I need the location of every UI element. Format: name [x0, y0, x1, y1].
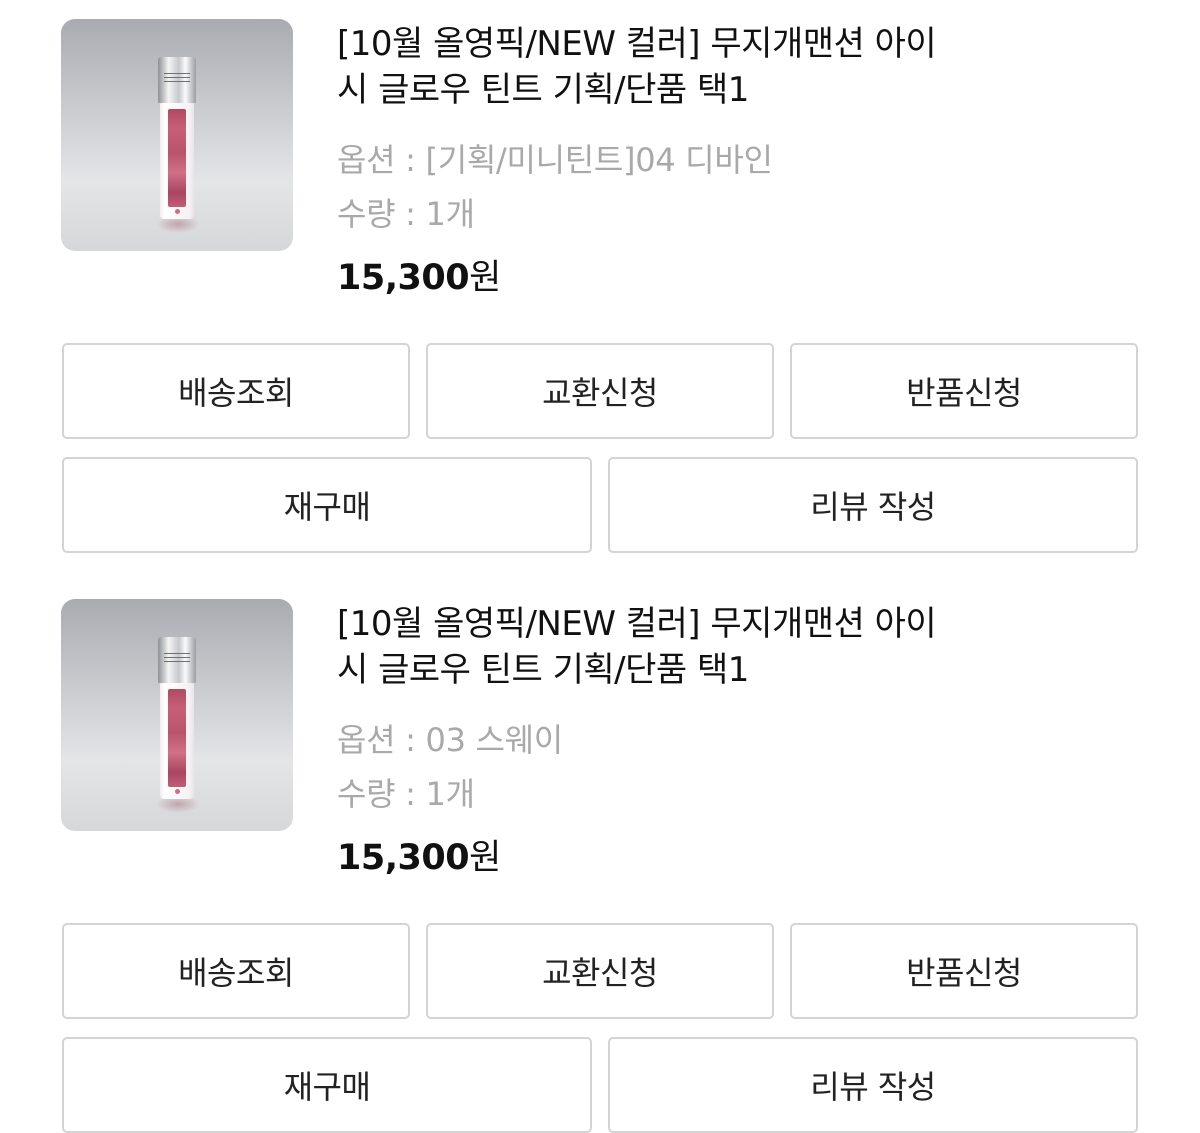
track-delivery-button[interactable]: 배송조회	[62, 343, 410, 439]
product-title[interactable]: [10월 올영픽/NEW 컬러] 무지개맨션 아이 시 글로우 틴트 기획/단품…	[337, 601, 1027, 693]
request-exchange-button[interactable]: 교환신청	[426, 923, 774, 1019]
price: 15,300원	[337, 249, 501, 300]
product-image[interactable]	[61, 599, 293, 831]
price-unit: 원	[469, 838, 501, 878]
product-image[interactable]	[61, 19, 293, 251]
product-title-line1: [10월 올영픽/NEW 컬러] 무지개맨션 아이	[337, 24, 937, 64]
tint-bottle-icon	[158, 57, 196, 219]
repurchase-button[interactable]: 재구매	[62, 457, 592, 553]
tint-bottle-icon	[158, 637, 196, 799]
track-delivery-button[interactable]: 배송조회	[62, 923, 410, 1019]
product-title-line2: 시 글로우 틴트 기획/단품 택1	[337, 70, 749, 110]
product-title-line1: [10월 올영픽/NEW 컬러] 무지개맨션 아이	[337, 604, 937, 644]
price-amount: 15,300	[337, 838, 470, 878]
write-review-button[interactable]: 리뷰 작성	[608, 1037, 1138, 1133]
request-return-button[interactable]: 반품신청	[790, 343, 1138, 439]
price: 15,300원	[337, 829, 501, 880]
repurchase-button[interactable]: 재구매	[62, 1037, 592, 1133]
quantity-text: 수량 : 1개	[337, 195, 475, 233]
option-text: 옵션 : [기획/미니틴트]04 디바인	[337, 141, 773, 179]
request-return-button[interactable]: 반품신청	[790, 923, 1138, 1019]
write-review-button[interactable]: 리뷰 작성	[608, 457, 1138, 553]
price-unit: 원	[469, 258, 501, 298]
option-text: 옵션 : 03 스웨이	[337, 721, 563, 759]
product-title[interactable]: [10월 올영픽/NEW 컬러] 무지개맨션 아이 시 글로우 틴트 기획/단품…	[337, 21, 1027, 113]
product-title-line2: 시 글로우 틴트 기획/단품 택1	[337, 650, 749, 690]
price-amount: 15,300	[337, 258, 470, 298]
quantity-text: 수량 : 1개	[337, 775, 475, 813]
request-exchange-button[interactable]: 교환신청	[426, 343, 774, 439]
